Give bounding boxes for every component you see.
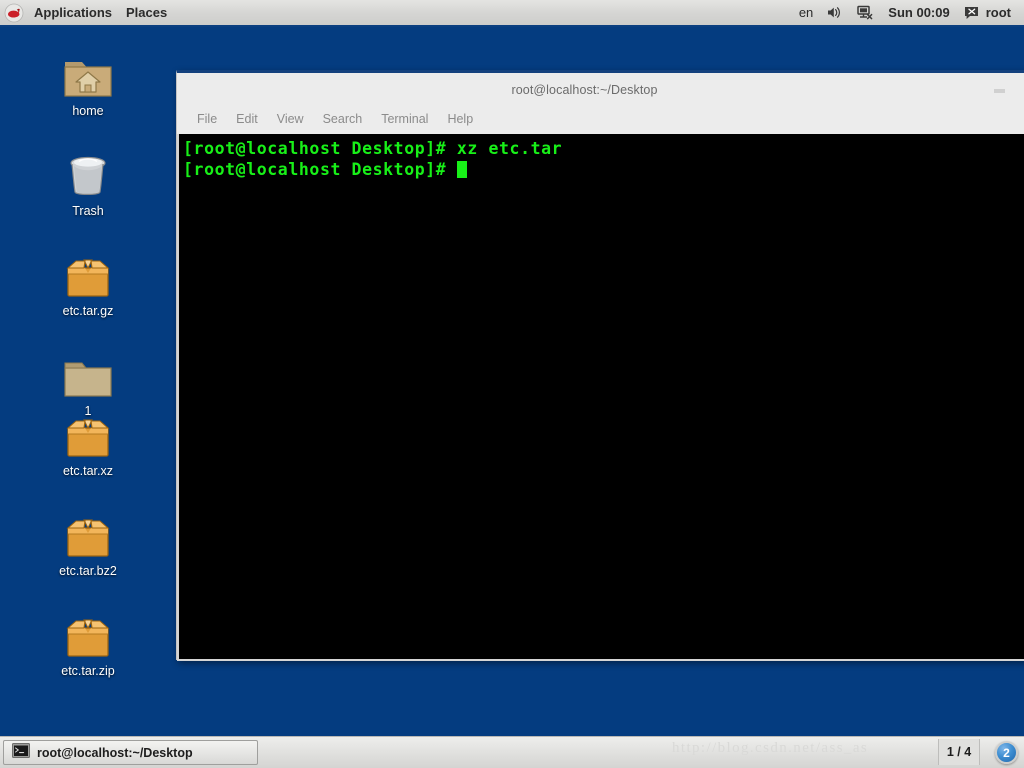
archive-icon xyxy=(38,409,138,461)
places-menu-label: Places xyxy=(126,5,168,20)
terminal-titlebar[interactable]: root@localhost:~/Desktop xyxy=(177,73,1024,106)
menu-terminal[interactable]: Terminal xyxy=(372,110,438,128)
workspace-label: 1 / 4 xyxy=(946,745,972,759)
desktop-icon-label: etc.tar.gz xyxy=(62,304,114,318)
desktop-icon-etc-tar-xz[interactable]: etc.tar.xz xyxy=(38,409,138,479)
terminal-title: root@localhost:~/Desktop xyxy=(511,82,658,97)
user-menu[interactable]: root xyxy=(957,1,1018,24)
terminal-menubar: File Edit View Search Terminal Help xyxy=(177,106,1024,131)
archive-icon xyxy=(38,509,138,561)
menu-edit[interactable]: Edit xyxy=(227,110,268,128)
minimize-button[interactable] xyxy=(994,89,1005,93)
desktop-icon-label: home xyxy=(72,104,104,118)
redhat-shadowman-icon xyxy=(4,3,24,23)
taskbar-window-label: root@localhost:~/Desktop xyxy=(37,745,193,760)
desktop-icon-etc-tar-gz[interactable]: etc.tar.gz xyxy=(38,249,138,319)
desktop-icon-label: Trash xyxy=(72,204,104,218)
terminal-prompt-line: [root@localhost Desktop]# xyxy=(183,159,1024,180)
applications-menu-label: Applications xyxy=(34,5,113,20)
menu-help-label: Help xyxy=(447,111,474,126)
taskbar-window-button[interactable]: root@localhost:~/Desktop xyxy=(3,740,258,765)
volume-speaker-icon xyxy=(827,5,843,20)
keyboard-layout-label: en xyxy=(798,5,814,20)
menu-file[interactable]: File xyxy=(188,110,227,128)
desktop-icon-etc-tar-zip[interactable]: etc.tar.zip xyxy=(38,609,138,679)
user-message-icon xyxy=(964,6,980,20)
top-panel-left: Applications Places xyxy=(0,0,174,25)
desktop-icon-label: etc.tar.bz2 xyxy=(59,564,117,578)
desktop-icon-label: etc.tar.zip xyxy=(61,664,115,678)
notification-badge[interactable]: 2 xyxy=(995,741,1018,764)
volume-indicator[interactable] xyxy=(820,1,850,24)
desktop-icon-etc-tar-bz2[interactable]: etc.tar.bz2 xyxy=(38,509,138,579)
terminal-cursor xyxy=(456,161,467,178)
network-disconnected-icon xyxy=(857,5,874,20)
menu-view[interactable]: View xyxy=(268,110,314,128)
network-indicator[interactable] xyxy=(850,1,881,24)
terminal-line: [root@localhost Desktop]# xz etc.tar xyxy=(183,139,563,158)
folder-icon xyxy=(38,349,138,401)
archive-icon xyxy=(38,609,138,661)
archive-icon xyxy=(38,249,138,301)
home-folder-icon xyxy=(38,49,138,101)
notification-count: 2 xyxy=(1003,745,1010,760)
terminal-window[interactable]: root@localhost:~/Desktop File Edit View … xyxy=(176,70,1024,661)
terminal-prompt: [root@localhost Desktop]# xyxy=(183,160,457,179)
applications-menu-label-wrap[interactable]: Applications xyxy=(27,1,119,24)
applications-menu[interactable] xyxy=(0,1,27,24)
trash-can-icon xyxy=(38,149,138,201)
menu-view-label: View xyxy=(276,111,304,126)
desktop-icon-trash[interactable]: Trash xyxy=(38,149,138,219)
top-panel: Applications Places en Sun 00:09 root xyxy=(0,0,1024,27)
terminal-icon xyxy=(12,742,30,763)
user-name-label: root xyxy=(985,5,1011,20)
workspace-switcher[interactable]: 1 / 4 xyxy=(938,739,980,765)
clock-label: Sun 00:09 xyxy=(888,5,950,20)
menu-search[interactable]: Search xyxy=(314,110,373,128)
clock[interactable]: Sun 00:09 xyxy=(881,1,956,24)
menu-help[interactable]: Help xyxy=(438,110,483,128)
menu-file-label: File xyxy=(197,111,218,126)
desktop-icon-home[interactable]: home xyxy=(38,49,138,119)
terminal-screen[interactable]: [root@localhost Desktop]# xz etc.tar [ro… xyxy=(177,134,1024,661)
bottom-taskbar: root@localhost:~/Desktop xyxy=(0,736,1024,768)
top-panel-status-area: en Sun 00:09 root xyxy=(792,0,1024,25)
menu-search-label: Search xyxy=(322,111,363,126)
places-menu[interactable]: Places xyxy=(119,1,174,24)
desktop-icon-label: etc.tar.xz xyxy=(62,464,114,478)
menu-edit-label: Edit xyxy=(236,111,258,126)
keyboard-layout-indicator[interactable]: en xyxy=(792,1,820,24)
terminal-frame: root@localhost:~/Desktop File Edit View … xyxy=(176,70,1024,661)
menu-terminal-label: Terminal xyxy=(381,111,429,126)
